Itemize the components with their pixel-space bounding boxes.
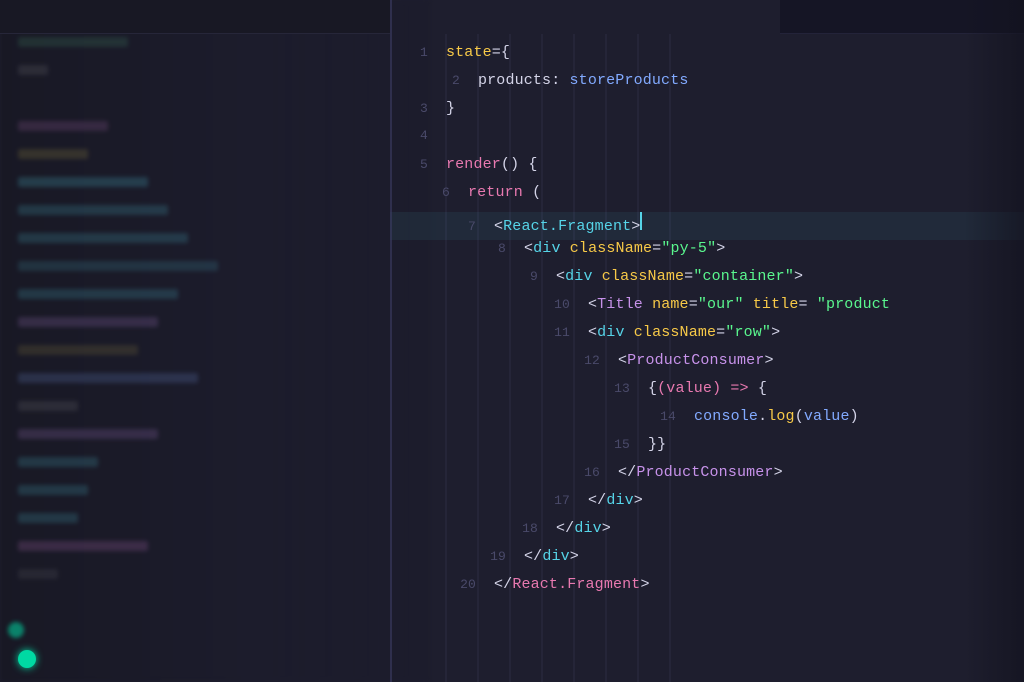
code-line-20: 20 </React.Fragment> bbox=[390, 576, 1024, 604]
line-num-11: 11 bbox=[540, 325, 570, 340]
token-div-row: div bbox=[597, 324, 624, 341]
token-react-fragment-open: React.Fragment bbox=[503, 218, 631, 235]
token-return: return bbox=[468, 184, 523, 201]
token-state: state bbox=[446, 44, 492, 61]
token-div-2: div bbox=[565, 268, 592, 285]
panel-separator bbox=[390, 0, 392, 682]
gutter-lines bbox=[0, 0, 430, 682]
code-line-3: 3 } bbox=[390, 100, 1024, 128]
token-react-fragment-close: React.Fragment bbox=[512, 576, 640, 593]
token-products-key: products bbox=[478, 72, 551, 89]
line-num-17: 17 bbox=[540, 493, 570, 508]
code-line-9: 9 <div className="container"> bbox=[390, 268, 1024, 296]
code-line-4: 4 bbox=[390, 128, 1024, 156]
token-div-1: div bbox=[533, 240, 560, 257]
line-num-9: 9 bbox=[508, 269, 538, 284]
line-num-15: 15 bbox=[600, 437, 630, 452]
terminal-indicator bbox=[18, 650, 36, 668]
editor-container: 1 state={ 2 products: storeProducts 3 } … bbox=[0, 0, 1024, 682]
token-store-products: storeProducts bbox=[570, 72, 689, 89]
code-lines: 1 state={ 2 products: storeProducts 3 } … bbox=[390, 0, 1024, 604]
code-line-2: 2 products: storeProducts bbox=[390, 72, 1024, 100]
line-num-16: 16 bbox=[570, 465, 600, 480]
left-panel-titlebar bbox=[0, 0, 390, 34]
token-div-close-3: div bbox=[542, 548, 569, 565]
code-line-8: 8 <div className="py-5"> bbox=[390, 240, 1024, 268]
code-line-14: 14 console.log(value) bbox=[390, 408, 1024, 436]
code-line-1: 1 state={ bbox=[390, 44, 1024, 72]
token-div-close-1: div bbox=[606, 492, 633, 509]
code-line-11: 11 <div className="row"> bbox=[390, 324, 1024, 352]
code-line-12: 12 <ProductConsumer> bbox=[390, 352, 1024, 380]
line-num-13: 13 bbox=[600, 381, 630, 396]
token-console: console bbox=[694, 408, 758, 425]
line-num-4: 4 bbox=[398, 128, 428, 143]
code-line-10: 10 <Title name="our" title= "product bbox=[390, 296, 1024, 324]
code-titlebar bbox=[780, 0, 1024, 34]
token-title-comp: Title bbox=[597, 296, 643, 313]
code-line-7: 7 <React.Fragment> bbox=[390, 212, 1024, 240]
line-num-5: 5 bbox=[398, 157, 428, 172]
line-num-18: 18 bbox=[508, 521, 538, 536]
code-line-5: 5 render() { bbox=[390, 156, 1024, 184]
code-area: 1 state={ 2 products: storeProducts 3 } … bbox=[390, 0, 1024, 682]
line-num-19: 19 bbox=[476, 549, 506, 564]
line-num-20: 20 bbox=[446, 577, 476, 592]
token-product-consumer-open: ProductConsumer bbox=[627, 352, 764, 369]
line-num-2: 2 bbox=[430, 73, 460, 88]
line-num-3: 3 bbox=[398, 101, 428, 116]
code-line-16: 16 </ProductConsumer> bbox=[390, 464, 1024, 492]
token-render: render bbox=[446, 156, 501, 173]
code-line-13: 13 {(value) => { bbox=[390, 380, 1024, 408]
line-num-6: 6 bbox=[420, 185, 450, 200]
code-line-6: 6 return ( bbox=[390, 184, 1024, 212]
line-num-7: 7 bbox=[446, 219, 476, 234]
token-product-consumer-close: ProductConsumer bbox=[636, 464, 773, 481]
code-line-19: 19 </div> bbox=[390, 548, 1024, 576]
code-line-15: 15 }} bbox=[390, 436, 1024, 464]
token-value: value bbox=[804, 408, 850, 425]
line-num-1: 1 bbox=[398, 45, 428, 60]
token-log: log bbox=[767, 408, 794, 425]
line-num-10: 10 bbox=[540, 297, 570, 312]
cursor bbox=[640, 212, 642, 230]
line-num-14: 14 bbox=[646, 409, 676, 424]
code-line-17: 17 </div> bbox=[390, 492, 1024, 520]
line-num-8: 8 bbox=[476, 241, 506, 256]
line-num-12: 12 bbox=[570, 353, 600, 368]
token-div-close-2: div bbox=[574, 520, 601, 537]
code-line-18: 18 </div> bbox=[390, 520, 1024, 548]
